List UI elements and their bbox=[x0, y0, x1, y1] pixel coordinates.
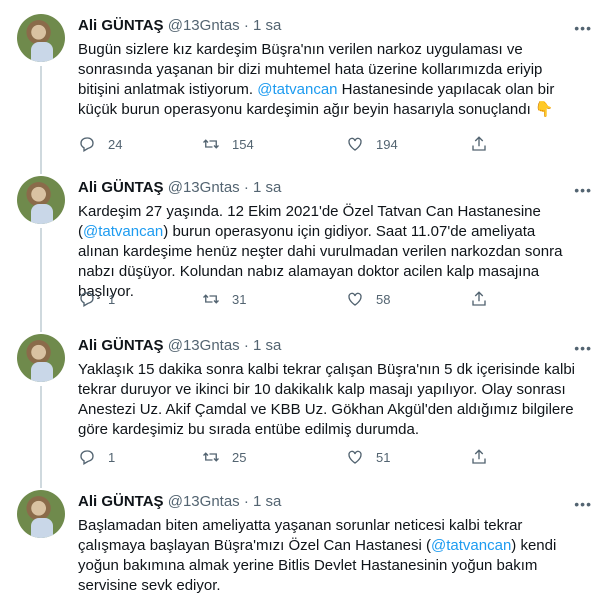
author-name[interactable]: Ali GÜNTAŞ bbox=[78, 17, 164, 34]
tweet-time[interactable]: 1 sa bbox=[253, 179, 281, 196]
like-button[interactable]: 58 bbox=[346, 290, 390, 308]
tweet-text: Bugün sizlere kız kardeşim Büşra'nın ver… bbox=[78, 40, 578, 120]
more-icon[interactable]: ••• bbox=[574, 20, 592, 36]
author-handle[interactable]: @13Gntas bbox=[168, 17, 240, 34]
author-name[interactable]: Ali GÜNTAŞ bbox=[78, 179, 164, 196]
tweet-time[interactable]: 1 sa bbox=[253, 337, 281, 354]
reply-button[interactable]: 1 bbox=[78, 290, 115, 308]
author-handle[interactable]: @13Gntas bbox=[168, 179, 240, 196]
avatar[interactable] bbox=[17, 14, 65, 62]
like-button[interactable]: 51 bbox=[346, 448, 390, 466]
mention-link[interactable]: @tatvancan bbox=[431, 537, 511, 554]
reply-icon bbox=[80, 450, 94, 465]
tweet-time[interactable]: 1 sa bbox=[253, 493, 281, 510]
reply-button[interactable]: 24 bbox=[78, 135, 122, 153]
tweet-time[interactable]: 1 sa bbox=[253, 17, 281, 34]
retweet-count: 25 bbox=[232, 449, 247, 465]
tweet-actions: 1 25 51 bbox=[78, 448, 486, 468]
retweet-icon bbox=[203, 294, 219, 304]
author-name[interactable]: Ali GÜNTAŞ bbox=[78, 493, 164, 510]
retweet-button[interactable]: 31 bbox=[202, 290, 246, 308]
tweet-header: Ali GÜNTAŞ @13Gntas · 1 sa bbox=[78, 336, 281, 356]
tweet-actions: 1 31 58 bbox=[78, 290, 486, 310]
more-icon[interactable]: ••• bbox=[574, 340, 592, 356]
tweet-text-part: Yaklaşık 15 dakika sonra kalbi tekrar ça… bbox=[78, 361, 580, 438]
share-button[interactable] bbox=[470, 290, 488, 308]
share-button[interactable] bbox=[470, 135, 488, 153]
tweet-header: Ali GÜNTAŞ @13Gntas · 1 sa bbox=[78, 492, 281, 512]
reply-count: 1 bbox=[108, 449, 116, 465]
thread-connector bbox=[40, 66, 42, 174]
retweet-button[interactable]: 154 bbox=[202, 135, 254, 153]
retweet-count: 31 bbox=[232, 291, 247, 307]
reply-count: 24 bbox=[108, 136, 123, 152]
thread-connector bbox=[40, 228, 42, 332]
tweet-header: Ali GÜNTAŞ @13Gntas · 1 sa bbox=[78, 16, 281, 36]
heart-icon bbox=[348, 137, 362, 151]
like-button[interactable]: 194 bbox=[346, 135, 398, 153]
heart-icon bbox=[348, 292, 362, 306]
reply-icon bbox=[80, 292, 94, 307]
tweet-actions: 24 154 194 bbox=[78, 135, 486, 155]
share-icon bbox=[472, 449, 486, 464]
tweet-text: Yaklaşık 15 dakika sonra kalbi tekrar ça… bbox=[78, 360, 578, 440]
tweet-text: Başlamadan biten ameliyatta yaşanan soru… bbox=[78, 516, 578, 596]
reply-icon bbox=[80, 137, 94, 152]
retweet-count: 154 bbox=[232, 136, 254, 152]
separator-dot: · bbox=[243, 337, 249, 354]
reply-button[interactable]: 1 bbox=[78, 448, 115, 466]
avatar[interactable] bbox=[17, 334, 65, 382]
reply-count: 1 bbox=[108, 291, 116, 307]
more-icon[interactable]: ••• bbox=[574, 496, 592, 512]
tweet-thread: Ali GÜNTAŞ @13Gntas · 1 sa ••• Bugün siz… bbox=[0, 0, 606, 602]
retweet-icon bbox=[203, 139, 219, 149]
thread-connector bbox=[40, 386, 42, 488]
retweet-button[interactable]: 25 bbox=[202, 448, 246, 466]
retweet-icon bbox=[203, 452, 219, 462]
avatar[interactable] bbox=[17, 176, 65, 224]
mention-link[interactable]: @tatvancan bbox=[83, 223, 163, 240]
separator-dot: · bbox=[243, 17, 249, 34]
more-icon[interactable]: ••• bbox=[574, 182, 592, 198]
author-name[interactable]: Ali GÜNTAŞ bbox=[78, 337, 164, 354]
share-icon bbox=[472, 291, 486, 306]
separator-dot: · bbox=[243, 179, 249, 196]
like-count: 58 bbox=[376, 291, 391, 307]
author-handle[interactable]: @13Gntas bbox=[168, 337, 240, 354]
tweet-header: Ali GÜNTAŞ @13Gntas · 1 sa bbox=[78, 178, 281, 198]
tweet-text: Kardeşim 27 yaşında. 12 Ekim 2021'de Öze… bbox=[78, 202, 578, 302]
like-count: 51 bbox=[376, 449, 391, 465]
share-button[interactable] bbox=[470, 448, 488, 466]
like-count: 194 bbox=[376, 136, 398, 152]
mention-link[interactable]: @tatvancan bbox=[257, 81, 337, 98]
author-handle[interactable]: @13Gntas bbox=[168, 493, 240, 510]
avatar[interactable] bbox=[17, 490, 65, 538]
separator-dot: · bbox=[243, 493, 249, 510]
share-icon bbox=[472, 136, 486, 151]
heart-icon bbox=[348, 450, 362, 464]
